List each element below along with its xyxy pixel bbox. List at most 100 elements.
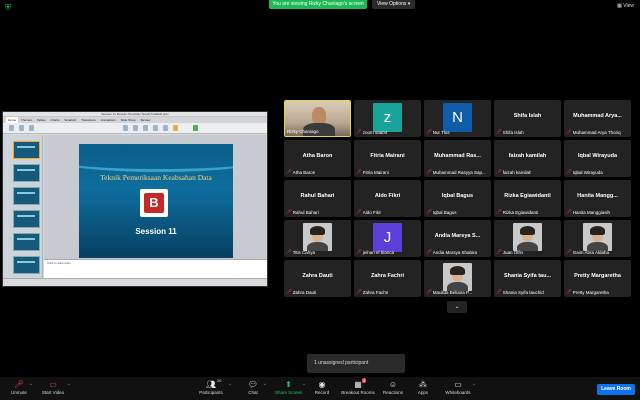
view-label: View [623,3,634,9]
participant-tile[interactable]: Zahra Dauti 🎤︎ Zahra Dauti [284,260,351,297]
apps-button[interactable]: ⁂ Apps [414,379,432,396]
participant-name: Muhammad Arya Thoriq [572,129,621,135]
gallery-next-page-button[interactable]: ⌄ [447,301,467,313]
muted-mic-icon: 🎤︎ [13,380,25,389]
participant-tile[interactable]: Andia Marsya S... 🎤︎ Andia Marsya Shabira [424,220,491,257]
slide-thumbnail [13,164,40,182]
participant-tile[interactable]: J 🎤︎ jeihan el bianca [354,220,421,257]
participant-tile[interactable]: Muhammad Ras... 🎤︎ Muhammad Rasyya Sap... [424,140,491,177]
participant-photo [583,223,612,251]
participant-display-name: Fitria Mairani [370,153,405,159]
view-button[interactable]: ▦ View [617,2,634,10]
participant-name-label: 🎤︎ Nur Tlus [426,129,450,135]
start-video-button[interactable]: ▭ Start Video [40,379,66,396]
chat-button[interactable]: 💬︎ Chat [243,379,263,396]
participant-photo [513,223,542,251]
ribbon-icon [173,125,178,131]
muted-mic-icon: 🎤︎ [286,289,292,294]
participant-display-name: Atha Baron [302,153,333,159]
muted-mic-icon: 🎤︎ [566,289,572,294]
participant-name: Juan Olfin [502,249,523,255]
unassigned-participant-notice[interactable]: 1 unassigned participant [307,354,405,373]
view-options-button[interactable]: View Options ▾ [372,0,416,9]
participant-name: Nur Tlus [432,129,450,135]
participant-photo [303,223,332,251]
participant-tile[interactable]: 🎤︎ Titis Cahya [284,220,351,257]
caret-up-icon[interactable]: ^ [264,382,266,387]
caret-up-icon[interactable]: ^ [229,382,231,387]
unmute-button[interactable]: 🎤︎ Unmute [8,379,30,396]
shared-body: Teknik Pemeriksaan Keabsahan Data B Sess… [3,135,267,278]
participant-tile[interactable]: Fitria Mairani 🎤︎ Fitria Mairani [354,140,421,177]
participant-name: faizah kamilah [502,169,532,175]
participant-name: Rizka Egiawidanti [502,209,539,215]
logo-letter: B [144,193,164,213]
participant-avatar: N [443,103,472,132]
participant-tile[interactable]: N 🎤︎ Nur Tlus [424,100,491,137]
participant-name-label: 🎤︎ Atha Baron [286,169,315,175]
participant-name: Titis Cahya [292,249,316,255]
muted-mic-icon: 🎤︎ [286,209,292,214]
person-hair [310,226,325,235]
share-screen-button[interactable]: ⬆ Share Screen [275,379,303,396]
caret-up-icon[interactable]: ^ [30,382,32,387]
whiteboard-icon: ▭ [454,380,462,389]
record-button[interactable]: ◉ Record [312,379,332,396]
share-screen-label: Share Screen [275,390,303,395]
start-video-label: Start Video [41,390,65,395]
participant-tile[interactable]: Iqbal Bagus 🎤︎ Iqbal Bagus [424,180,491,217]
shield-icon[interactable]: ⛨ [5,3,13,12]
participant-name-label: 🎤︎ Maulida Beliana P... [426,289,472,295]
grid-view-icon: ▦ [617,3,622,9]
participant-tile[interactable]: Zahra Fachri 🎤︎ Zahra Fachri [354,260,421,297]
participant-name-label: 🎤︎ Titis Cahya [286,249,315,255]
participant-name-label: 🎤︎ Iqbal Bagus [426,209,457,215]
participant-tile[interactable]: Muhammad Arya... 🎤︎ Muhammad Arya Thoriq [564,100,631,137]
participant-tile[interactable]: z 🎤︎ zoom saa04 [354,100,421,137]
caret-up-icon[interactable]: ^ [303,382,305,387]
meeting-toolbar: 🎤︎ Unmute ^ ▭ Start Video ^ 👥︎ Participa… [0,377,640,400]
muted-mic-icon: 🎤︎ [356,129,362,134]
participant-tile[interactable]: 🎤︎ Juan Olfin [494,220,561,257]
reactions-button[interactable]: ☺ Reactions [381,379,405,396]
caret-up-icon[interactable]: ^ [68,382,70,387]
ribbon-icon [9,125,14,131]
chevron-down-icon: ⌄ [454,304,460,310]
participant-tile[interactable]: Rizka Egiawidanti 🎤︎ Rizka Egiawidanti [494,180,561,217]
participant-name-label: Rizky Chaniago [287,129,319,134]
shared-screen[interactable]: Session 11 Metode Penelitian Sosial Kual… [2,111,268,287]
participant-tile[interactable]: Atha Baron 🎤︎ Atha Baron [284,140,351,177]
participant-name: Shifa Islah [502,129,524,135]
muted-mic-icon: 🎤︎ [566,129,572,134]
record-label: Record [314,390,330,395]
muted-mic-icon: 🎤︎ [286,169,292,174]
chat-label: Chat [248,390,258,395]
participant-tile[interactable]: Shifa Islah 🎤︎ Shifa Islah [494,100,561,137]
slide-thumbnail [13,141,40,159]
participant-name-label: 🎤︎ jeihan el bianca [356,249,394,255]
leave-room-button[interactable]: Leave Room [597,384,635,395]
slide-title: Teknik Pemeriksaan Keabsahan Data [100,173,212,182]
participant-tile[interactable]: faizah kamilah 🎤︎ faizah kamilah [494,140,561,177]
participant-display-name: Iqbal Bagus [441,193,474,199]
participant-tile[interactable]: Aldo Fikri 🎤︎ Aldo Fikri [354,180,421,217]
participant-name-label: 🎤︎ Aldo Fikri [356,209,381,215]
caret-up-icon[interactable]: ^ [473,382,475,387]
muted-mic-icon: 🎤︎ [426,209,432,214]
participant-tile[interactable]: 🎤︎ Gaim Abra Aldaha [564,220,631,257]
chat-icon: 💬︎ [247,380,259,389]
muted-mic-icon: 🎤︎ [426,129,432,134]
whiteboards-button[interactable]: ▭ Whiteboards [444,379,472,396]
participant-tile[interactable]: Shania Syifa tau... 🎤︎ Shania Syifa tauchi… [494,260,561,297]
participant-tile[interactable]: Rahul Bahari 🎤︎ Rahul Bahari [284,180,351,217]
participant-tile[interactable]: Iqbal Wirayuda 🎤︎ Iqbal Wirayuda [564,140,631,177]
participant-tile[interactable]: Pretty Margaretha 🎤︎ Pretty Margaretha [564,260,631,297]
participant-name-label: 🎤︎ Pretty Margaretha [566,289,609,295]
participant-tile[interactable]: 🎤︎ Maulida Beliana P... [424,260,491,297]
participant-photo [443,263,472,291]
participant-tile[interactable]: Rizky Chaniago [284,100,351,137]
muted-mic-icon: 🎤︎ [356,249,362,254]
person-hair [450,266,465,275]
participant-tile[interactable]: Hanita Mangg... 🎤︎ Hanita Manggiasih [564,180,631,217]
breakout-rooms-button[interactable]: ▦ Breakout Rooms [340,379,376,396]
